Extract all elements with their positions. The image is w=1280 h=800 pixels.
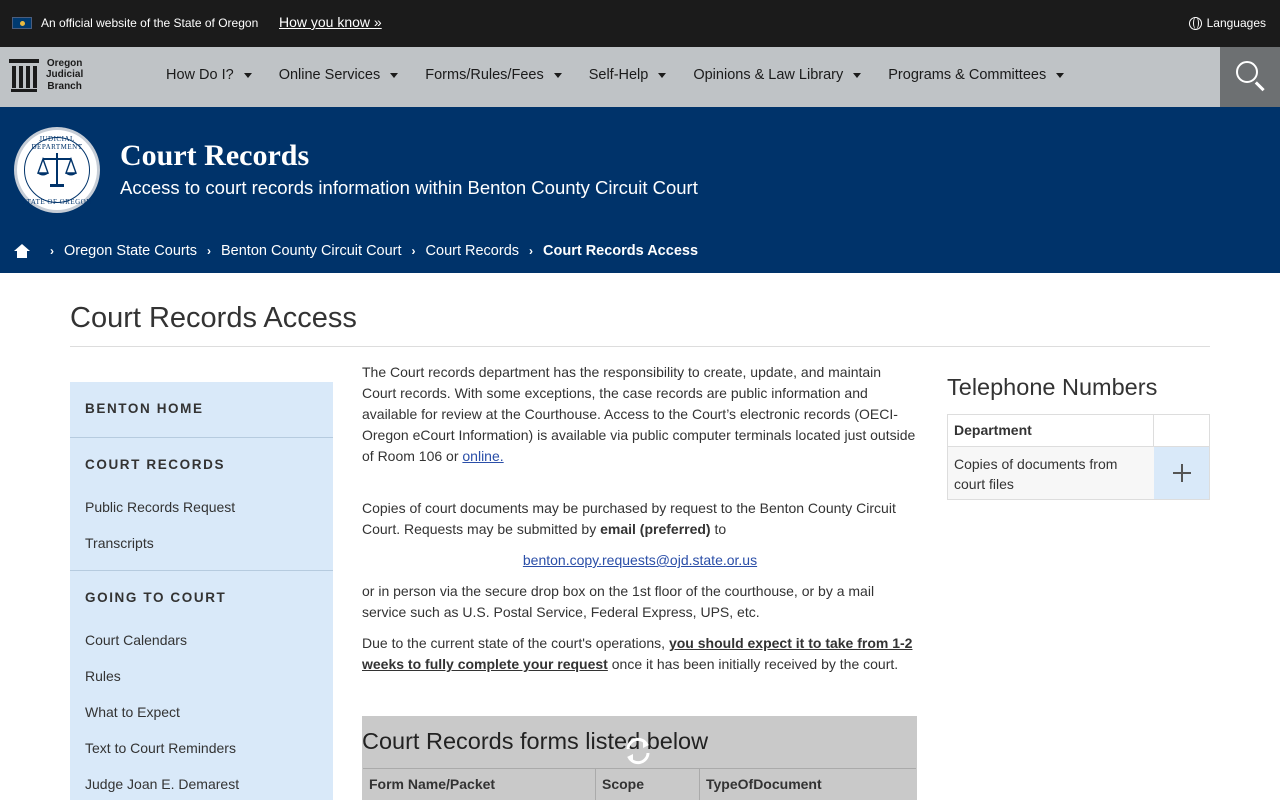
ojd-logo[interactable]: Oregon Judicial Branch — [9, 57, 83, 93]
chevron-down-icon — [553, 72, 562, 78]
forms-list: Court Records forms listed below Form Na… — [362, 716, 917, 800]
copies-paragraph: Copies of court documents may be purchas… — [362, 500, 896, 537]
telephone-table: Department Copies of documents from cour… — [947, 414, 1210, 500]
timing-paragraph: Due to the current state of the court's … — [362, 635, 913, 672]
sidebar-item-rules[interactable]: Rules — [85, 668, 121, 684]
languages-button[interactable]: Languages — [1188, 16, 1266, 30]
chevron-right-icon: › — [529, 244, 534, 258]
chevron-right-icon: › — [50, 244, 54, 258]
breadcrumb: › Oregon State Courts › Benton County Ci… — [14, 243, 698, 259]
sidebar-item-transcripts[interactable]: Transcripts — [85, 535, 154, 551]
how-you-know-link[interactable]: How you know » — [279, 14, 382, 30]
telephone-title: Telephone Numbers — [947, 374, 1158, 400]
refresh-icon — [626, 737, 650, 765]
hero-title: Court Records — [120, 139, 310, 172]
nav-online-services[interactable]: Online Services — [279, 67, 399, 83]
chevron-right-icon: › — [411, 244, 416, 258]
sidebar-divider — [70, 437, 333, 438]
online-link[interactable]: online. — [462, 448, 503, 464]
logo-text: Oregon Judicial Branch — [46, 57, 84, 92]
official-banner: An official website of the State of Oreg… — [0, 0, 1280, 47]
main-content: The Court records department has the res… — [362, 362, 918, 685]
search-icon — [1236, 61, 1258, 83]
department-cell: Copies of documents from court files — [954, 456, 1118, 492]
nav-self-help[interactable]: Self-Help — [589, 67, 667, 83]
courthouse-icon — [9, 57, 39, 93]
sidebar-court-records[interactable]: COURT RECORDS — [85, 457, 225, 472]
scales-icon — [37, 153, 77, 187]
judicial-department-seal: JUDICIAL DEPARTMENT STATE OF OREGON — [14, 127, 100, 213]
column-type[interactable]: TypeOfDocument — [700, 769, 916, 800]
sidebar-going-to-court[interactable]: GOING TO COURT — [85, 590, 226, 605]
email-line: benton.copy.requests@ojd.state.or.us — [362, 550, 918, 571]
sidebar-item-public-records[interactable]: Public Records Request — [85, 499, 235, 515]
sidebar-item-what-to-expect[interactable]: What to Expect — [85, 704, 180, 720]
languages-label: Languages — [1206, 16, 1266, 30]
forms-table-header: Form Name/Packet Scope TypeOfDocument — [363, 768, 916, 800]
breadcrumb-oregon-state-courts[interactable]: Oregon State Courts — [64, 243, 197, 259]
chevron-right-icon: › — [207, 244, 211, 258]
hero-banner: JUDICIAL DEPARTMENT STATE OF OREGON Cour… — [0, 107, 1280, 273]
telephone-table-header: Department — [948, 415, 1209, 447]
globe-icon — [1188, 16, 1202, 30]
chevron-down-icon — [243, 72, 252, 78]
column-form-name[interactable]: Form Name/Packet — [363, 769, 596, 800]
sidebar-item-court-calendars[interactable]: Court Calendars — [85, 632, 187, 648]
breadcrumb-current: Court Records Access — [543, 243, 699, 259]
nav-opinions-law-library[interactable]: Opinions & Law Library — [693, 67, 862, 83]
email-link[interactable]: benton.copy.requests@ojd.state.or.us — [523, 552, 757, 568]
nav-how-do-i[interactable]: How Do I? — [166, 67, 252, 83]
breadcrumb-benton-county[interactable]: Benton County Circuit Court — [221, 243, 402, 259]
department-header: Department — [948, 415, 1155, 446]
page-title: Court Records Access — [70, 302, 357, 334]
hero-subtitle: Access to court records information with… — [120, 177, 698, 198]
chevron-down-icon — [853, 72, 862, 78]
nav-programs-committees[interactable]: Programs & Committees — [888, 67, 1065, 83]
chevron-down-icon — [658, 72, 667, 78]
search-button[interactable] — [1220, 47, 1280, 107]
sidebar-divider — [70, 570, 333, 571]
sidebar-item-judge-demarest[interactable]: Judge Joan E. Demarest — [85, 776, 239, 792]
expand-plus-icon[interactable] — [1154, 447, 1209, 499]
sidebar: BENTON HOME COURT RECORDS Public Records… — [70, 382, 333, 800]
chevron-down-icon — [1056, 72, 1065, 78]
official-banner-text: An official website of the State of Oreg… — [41, 16, 259, 30]
sidebar-benton-home[interactable]: BENTON HOME — [85, 401, 204, 416]
forms-title: Court Records forms listed below — [362, 728, 709, 754]
breadcrumb-court-records[interactable]: Court Records — [426, 243, 519, 259]
chevron-down-icon — [390, 72, 399, 78]
main-navigation: Oregon Judicial Branch How Do I? Online … — [0, 47, 1280, 107]
table-row[interactable]: Copies of documents from court files — [948, 447, 1209, 499]
mail-paragraph: or in person via the secure drop box on … — [362, 583, 875, 620]
intro-paragraph: The Court records department has the res… — [362, 364, 916, 464]
oregon-flag-icon — [12, 17, 32, 29]
title-divider — [70, 346, 1210, 347]
home-icon[interactable] — [14, 244, 30, 258]
sidebar-item-text-reminders[interactable]: Text to Court Reminders — [85, 740, 236, 756]
column-scope[interactable]: Scope — [596, 769, 700, 800]
nav-forms-rules-fees[interactable]: Forms/Rules/Fees — [425, 67, 562, 83]
